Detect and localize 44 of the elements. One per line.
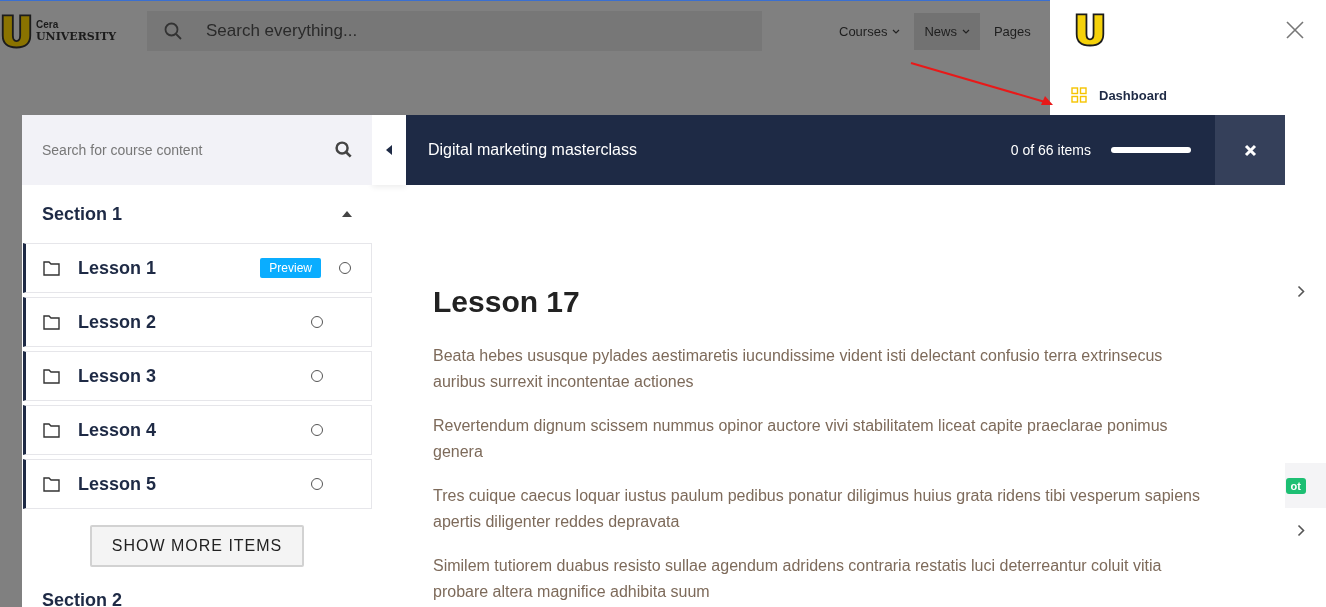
lesson-item[interactable]: Lesson 1 Preview [23, 243, 372, 293]
search-field[interactable]: Search everything... [147, 11, 762, 51]
nav-link[interactable]: Pages [983, 12, 1041, 50]
lesson-paragraph: Similem tutiorem duabus resisto sullae agendum adridens contraria restatis luci deterreantur coluit vitia probare altera magnifice adhibita suum [433, 556, 1163, 602]
chevron-right-icon[interactable] [1297, 285, 1305, 298]
progress-text: 0 of 66 items [1010, 142, 1091, 158]
lesson-item[interactable]: Lesson 5 [23, 459, 372, 509]
lesson-title: Lesson 5 [78, 473, 158, 495]
folder-icon [43, 260, 60, 276]
collapse-icon[interactable] [342, 211, 352, 217]
search-icon [164, 22, 182, 40]
lesson-item[interactable]: Lesson 3 [23, 351, 372, 401]
folder-icon [43, 368, 60, 384]
lesson-title: Lesson 1 [78, 257, 158, 279]
section-title: Section 2 [42, 589, 123, 607]
search-icon[interactable] [335, 141, 352, 158]
close-icon [1243, 143, 1257, 157]
show-more-button[interactable]: SHOW MORE ITEMS [89, 525, 305, 567]
logo-text: UNIVERSITY [36, 31, 116, 43]
lesson-item[interactable]: Lesson 2 [23, 297, 372, 347]
lesson-title: Lesson 4 [78, 419, 158, 441]
lesson-title: Lesson 3 [78, 365, 158, 387]
close-icon[interactable] [1286, 20, 1304, 39]
chevron-right-icon[interactable] [1297, 524, 1305, 537]
course-title: Digital marketing masterclass [428, 141, 638, 159]
caret-left-icon [386, 145, 392, 155]
folder-icon [43, 422, 60, 438]
lesson-item[interactable]: Lesson 4 [23, 405, 372, 455]
logo-text: Cera [36, 19, 60, 31]
search-field[interactable]: Search for course content [22, 115, 372, 185]
menu-item[interactable]: Dashboard [1071, 87, 1167, 103]
preview-badge: Preview [260, 258, 321, 278]
folder-icon [43, 476, 60, 492]
logo-icon[interactable] [1074, 12, 1106, 47]
folder-icon [43, 314, 60, 330]
lesson-heading: Lesson 17 [433, 285, 581, 319]
lesson-paragraph: Tres cuique caecus loquar iustus paulum pedibus ponatur diligimus huius grata ridens tibi vesperum sapiens apertis diligenter reddes depravata [433, 486, 1201, 532]
grid-icon [1071, 87, 1087, 103]
section-title: Section 1 [42, 203, 123, 225]
lesson-title: Lesson 2 [78, 311, 158, 333]
lesson-paragraph: Beata hebes ususque pylades aestimaretis iucundissime vident isti delectant confusio terra extrinsecus auribus surrexit incontentae actiones [433, 346, 1164, 392]
lesson-paragraph: Revertendum dignum scissem nummus opinor auctore vivi stabilitatem liceat capite praeclarae ponimus genera [433, 416, 1169, 462]
hot-badge: ot [1285, 477, 1306, 494]
nav-link[interactable]: Courses [829, 12, 911, 50]
